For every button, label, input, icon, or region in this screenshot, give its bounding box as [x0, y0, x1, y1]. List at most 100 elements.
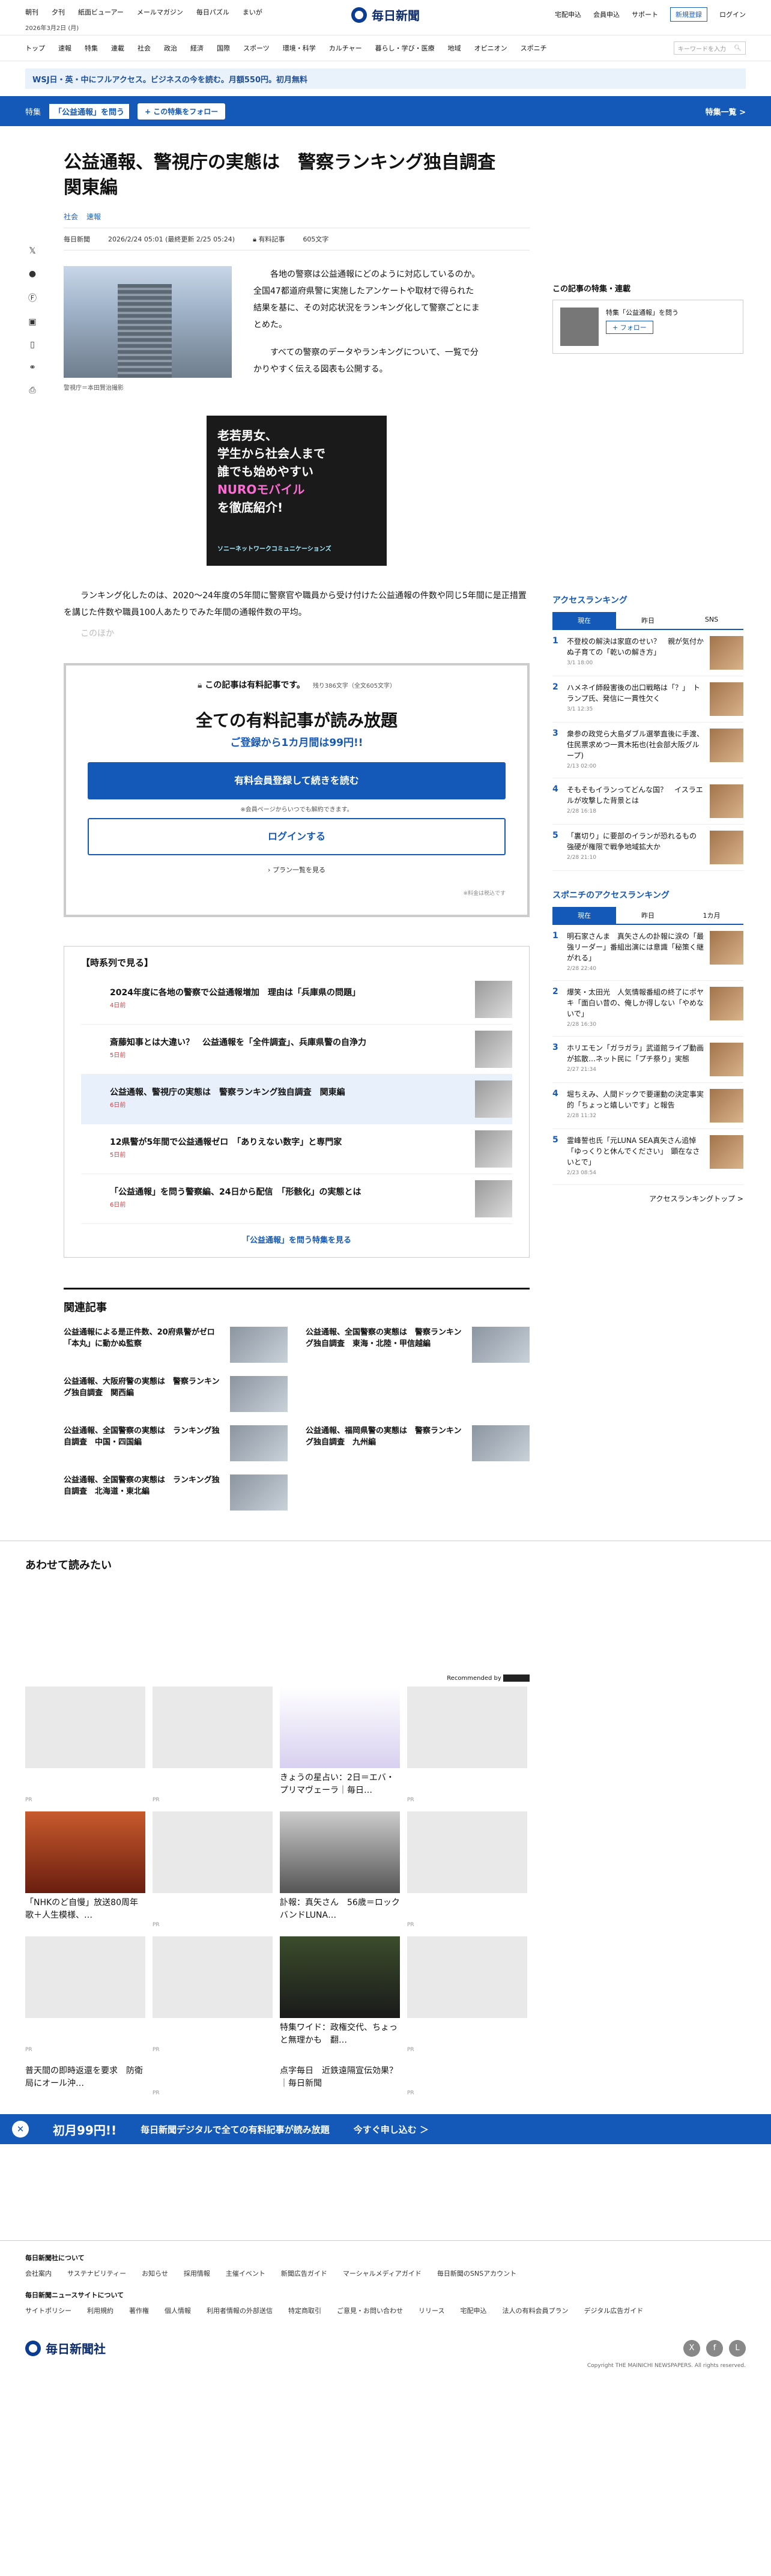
footer-link[interactable]: リリース	[419, 2306, 444, 2315]
footer-link[interactable]: 法人の有料会員プラン	[502, 2306, 568, 2315]
recommend-card[interactable]: PR	[25, 1687, 145, 1803]
special-list-link[interactable]: 特集一覧 >	[706, 106, 746, 117]
recommend-card[interactable]: 訃報：真矢さん 56歳＝ロックバンドLUNA…	[280, 1811, 400, 1928]
footer-link[interactable]: 新聞広告ガイド	[281, 2268, 327, 2278]
nav-item[interactable]: オピニオン	[474, 43, 507, 53]
link-maiga[interactable]: まいが	[243, 7, 262, 17]
search-icon[interactable]: 🔍︎	[734, 45, 742, 52]
footer-link[interactable]: サイトポリシー	[25, 2306, 71, 2315]
ranking-item[interactable]: 5 「裏切り」に要部のイランが恐れるもの 強硬が権限で戦争地域拡大か 2/28 21…	[552, 825, 743, 871]
bookmark-service-icon[interactable]: ▣	[28, 317, 36, 327]
tab-yesterday[interactable]: 昨日	[616, 907, 680, 924]
ranking-top-link[interactable]: アクセスランキングトップ >	[552, 1193, 743, 1204]
feature-follow-button[interactable]: + フォロー	[606, 321, 653, 334]
save-icon[interactable]: ▯	[30, 340, 35, 350]
site-logo[interactable]: 毎日新聞	[351, 6, 420, 23]
follow-special-button[interactable]: + この特集をフォロー	[138, 103, 226, 120]
recommend-card[interactable]: PR	[407, 2061, 527, 2096]
nav-item[interactable]: 連載	[111, 43, 124, 53]
subscribe-banner[interactable]: ✕ 初月99円!! 毎日新聞デジタルで全ての有料記事が読み放題 今すぐ申し込む …	[0, 2114, 771, 2144]
subscribe-button[interactable]: 有料会員登録して続きを読む	[88, 762, 506, 799]
nav-item[interactable]: 環境・科学	[283, 43, 316, 53]
x-share-icon[interactable]: 𝕏	[29, 246, 35, 256]
article-photo[interactable]	[64, 266, 232, 378]
recommend-card[interactable]: PR	[153, 2061, 273, 2096]
category-link[interactable]: 社会	[64, 211, 78, 222]
tab-now[interactable]: 現在	[552, 612, 616, 629]
timeline-item-current[interactable]: 公益通報、警視庁の実態は 警察ランキング独自調査 関東編 6日前	[81, 1074, 512, 1124]
nav-item[interactable]: スポーツ	[243, 43, 270, 53]
close-icon[interactable]: ✕	[12, 2121, 29, 2138]
timeline-item[interactable]: 2024年度に各地の警察で公益通報増加 理由は「兵庫県の問題」 4日前	[81, 975, 512, 1025]
nav-item[interactable]: 経済	[190, 43, 204, 53]
special-tag[interactable]: 「公益通報」を問う	[49, 103, 130, 119]
wsj-promo-banner[interactable]: WSJ日・英・中にフルアクセス。ビジネスの今を読む。月額550円。初月無料	[25, 68, 746, 89]
link-viewer[interactable]: 紙面ビューアー	[78, 7, 124, 17]
sponichi-item[interactable]: 3 ホリエモン「ガラガラ」武道館ライブ動画が拡散…ネット民に「プチ祭り」実態 2/2…	[552, 1037, 743, 1083]
nav-item[interactable]: 速報	[58, 43, 71, 53]
facebook-icon[interactable]: Ⓕ	[28, 292, 37, 304]
link-delivery[interactable]: 宅配申込	[555, 10, 581, 19]
nav-item[interactable]: 国際	[217, 43, 230, 53]
recommend-card[interactable]: PR	[407, 1936, 527, 2053]
recommend-card[interactable]: PR	[153, 1936, 273, 2053]
recommend-card[interactable]: 特集ワイド：政権交代、ちょっと無理かも 翻…	[280, 1936, 400, 2053]
link-puzzle[interactable]: 毎日パズル	[196, 7, 229, 17]
related-item[interactable]: 公益通報、全国警察の実態は ランキング独自調査 中国・四国編	[64, 1425, 288, 1461]
tab-now[interactable]: 現在	[552, 907, 616, 924]
footer-link[interactable]: 宅配申込	[460, 2306, 486, 2315]
banner-cta[interactable]: 今すぐ申し込む ＞	[354, 2123, 429, 2136]
footer-link[interactable]: マーシャルメディアガイド	[343, 2268, 422, 2278]
recommend-card[interactable]: PR	[25, 1936, 145, 2053]
link-evening[interactable]: 夕刊	[52, 7, 65, 17]
login-button[interactable]: ログインする	[88, 818, 506, 855]
footer-link[interactable]: 著作権	[129, 2306, 149, 2315]
tab-yesterday[interactable]: 昨日	[616, 612, 680, 629]
tab-month[interactable]: 1カ月	[680, 907, 743, 924]
footer-link[interactable]: 個人情報	[165, 2306, 191, 2315]
sponichi-item[interactable]: 4 堀ちえみ、人間ドックで要運動の決定事実的「ちょっと嬉しいです」と報告 2/28 …	[552, 1083, 743, 1129]
nav-item[interactable]: カルチャー	[329, 43, 362, 53]
timeline-item[interactable]: 「公益通報」を問う警察編、24日から配信 「形骸化」の実態とは 6日前	[81, 1174, 512, 1224]
recommend-card[interactable]: PR	[153, 1687, 273, 1803]
sponichi-item[interactable]: 1 明石家さんま 真矢さんの訃報に涙の「最強リーダー」番組出演には意識「秘策く継が…	[552, 925, 743, 981]
ranking-item[interactable]: 3 衆参の政党ら大島ダブル選挙直後に手渡、住民票求めつ一貫木拓也(社会部大阪グルー…	[552, 723, 743, 778]
recommend-card[interactable]: PR	[407, 1811, 527, 1928]
recommend-card[interactable]: きょうの星占い：2日＝エバ・プリマヴェーラ｜毎日…	[280, 1687, 400, 1803]
link-mail[interactable]: メールマガジン	[137, 7, 183, 17]
recommend-card[interactable]: 点字毎日 近鉄遠隔宣伝効果？｜毎日新聞	[280, 2061, 400, 2096]
footer-link[interactable]: お知らせ	[142, 2268, 168, 2278]
nav-item[interactable]: 暮らし・学び・医療	[375, 43, 435, 53]
footer-link[interactable]: 採用情報	[184, 2268, 210, 2278]
recommend-card[interactable]: PR	[407, 1687, 527, 1803]
link-morning[interactable]: 朝刊	[25, 7, 38, 17]
sponichi-item[interactable]: 5 霊峰誓也氏「元LUNA SEA真矢さん追悼「ゆっくりと休んでください」 顕在な…	[552, 1129, 743, 1185]
link-member[interactable]: 会員申込	[593, 10, 620, 19]
comment-icon[interactable]: ●	[29, 269, 36, 279]
x-icon[interactable]: X	[683, 2339, 700, 2357]
ranking-item[interactable]: 2 ハメネイ師殺害後の出口戦略は「？」 トランプ氏、発信に一貫性欠く 3/1 12:…	[552, 676, 743, 723]
recommend-card[interactable]: PR	[153, 1811, 273, 1928]
footer-link[interactable]: 利用者情報の外部送信	[207, 2306, 273, 2315]
tab-sns[interactable]: SNS	[680, 612, 743, 629]
facebook-icon[interactable]: f	[706, 2339, 723, 2357]
sponichi-item[interactable]: 2 爆笑・太田光 人気情報番組の終了にポヤキ「面白い昔の、俺しか得しない「やめない…	[552, 981, 743, 1037]
feature-card[interactable]: 特集「公益通報」を問う + フォロー	[552, 300, 743, 354]
footer-link[interactable]: 主催イベント	[226, 2268, 265, 2278]
ranking-item[interactable]: 1 不登校の解決は家庭のせい？ 親が気付かぬ子育ての「乾いの解き方」 3/1 18:…	[552, 630, 743, 676]
link-icon[interactable]: ⚭	[29, 363, 36, 372]
related-item[interactable]: 公益通報、全国警察の実態は ランキング独自調査 北海道・東北編	[64, 1474, 288, 1511]
related-item[interactable]: 公益通報、福岡県警の実態は 警察ランキング独自調査 九州編	[306, 1425, 530, 1461]
footer-link[interactable]: 特定商取引	[288, 2306, 321, 2315]
plans-link[interactable]: › プラン一覧を見る	[88, 865, 506, 874]
timeline-more-link[interactable]: 「公益通報」を問う特集を見る	[81, 1234, 512, 1245]
footer-link[interactable]: ご意見・お問い合わせ	[337, 2306, 403, 2315]
nav-item[interactable]: 特集	[85, 43, 98, 53]
search-input[interactable]: キーワードを入力 🔍︎	[674, 41, 746, 55]
related-item[interactable]: 公益通報、全国警察の実態は 警察ランキング独自調査 東海・北陸・甲信越編	[306, 1327, 530, 1363]
advertisement[interactable]: 老若男女、 学生から社会人まで 誰でも始めやすい NUROモバイル を徹底紹介!…	[207, 416, 387, 566]
nav-item[interactable]: スポニチ	[521, 43, 547, 53]
footer-link[interactable]: 会社案内	[25, 2268, 52, 2278]
related-item[interactable]: 公益通報による是正件数、20府県警がゼロ 「本丸」に動かぬ監察	[64, 1327, 288, 1363]
footer-link[interactable]: 利用規約	[87, 2306, 113, 2315]
